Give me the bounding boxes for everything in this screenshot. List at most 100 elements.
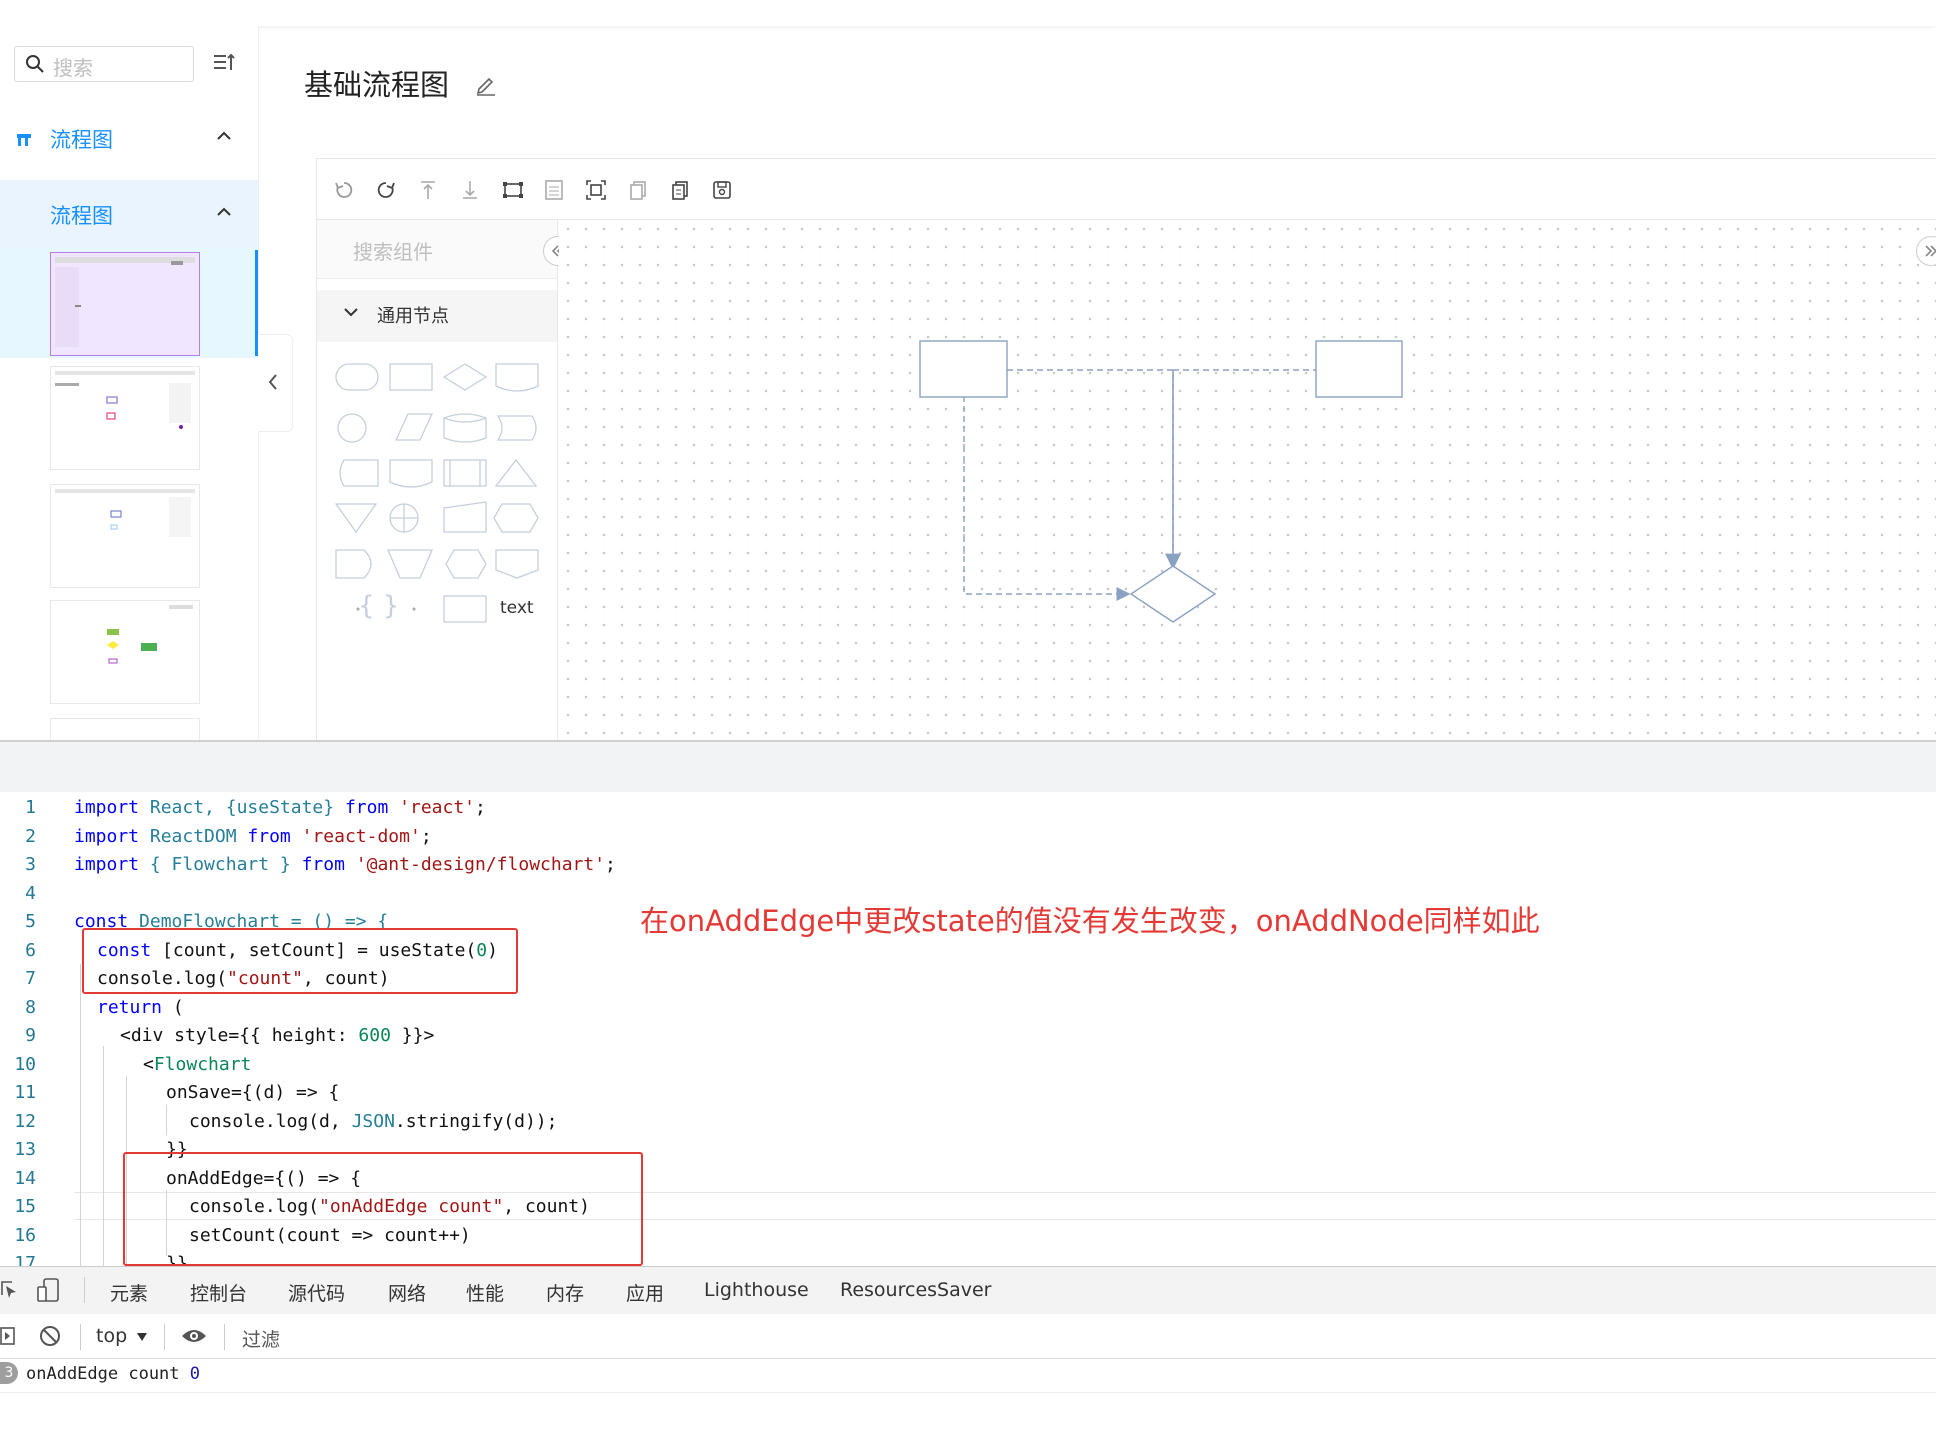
sidebar-collapse-button[interactable] [258, 334, 293, 432]
devtools-tab-bar: 元素 控制台 源代码 网络 性能 内存 应用 Lighthouse Resour… [0, 1266, 1936, 1317]
shape-diamond [442, 363, 488, 391]
paste-icon[interactable] [669, 179, 691, 201]
line-number: 14 [14, 1168, 36, 1189]
search-icon [26, 55, 44, 73]
copy-icon[interactable] [627, 179, 649, 201]
indent-guide [166, 1105, 167, 1135]
menu-flowchart[interactable]: 流程图 [0, 108, 258, 168]
devtools-tab-console[interactable]: 控制台 [190, 1279, 248, 1317]
line-number: 5 [25, 911, 36, 932]
indent-guide [80, 964, 81, 1266]
undo-icon[interactable] [333, 179, 355, 201]
code-line-3: import { Flowchart } from '@ant-design/f… [74, 854, 616, 875]
sort-icon[interactable] [212, 52, 236, 74]
flowchart-menu-icon [17, 134, 31, 146]
line-number: 15 [14, 1196, 36, 1217]
thumbnail-preview [55, 257, 195, 347]
demo-thumbnail-2[interactable] [50, 366, 200, 470]
clear-console-icon[interactable] [38, 1324, 62, 1348]
node-rect-left [919, 340, 1008, 398]
flowchart-diagram [919, 340, 1403, 623]
line-number: 16 [14, 1225, 36, 1246]
shape-rect [389, 363, 433, 391]
code-line-8: return ( [97, 997, 184, 1018]
demo-thumbnail-5[interactable] [50, 718, 200, 741]
shape-display [445, 549, 487, 579]
shape-circle [337, 413, 367, 443]
context-selector[interactable]: top [96, 1325, 127, 1347]
submenu-flowchart-label: 流程图 [50, 204, 113, 228]
devtools-tab-sources[interactable]: 源代码 [288, 1279, 345, 1306]
annotation-text: 在onAddEdge中更改state的值没有发生改变，onAddNode同样如此 [640, 904, 1540, 938]
component-search-placeholder: 搜索组件 [353, 240, 433, 264]
submenu-flowchart[interactable]: 流程图 [0, 180, 258, 248]
node-shape-palette[interactable]: { } [330, 356, 550, 636]
devtools-tab-elements[interactable]: 元素 [110, 1279, 148, 1306]
devtools-tab-lighthouse[interactable]: Lighthouse [704, 1279, 809, 1301]
shape-document [495, 363, 539, 392]
page-title: 基础流程图 [304, 68, 450, 102]
code-line-10: <Flowchart [143, 1054, 252, 1075]
flowchart-toolbar [317, 159, 1936, 220]
line-number: 3 [25, 854, 36, 875]
node-group-header[interactable]: 通用节点 [317, 290, 557, 342]
device-toolbar-icon[interactable] [36, 1277, 62, 1303]
devtools-tab-resourcessaver[interactable]: ResourcesSaver [840, 1279, 991, 1301]
code-line-9: <div style={{ height: 600 }}> [120, 1025, 435, 1046]
shape-stored-data [496, 415, 537, 441]
chevron-down-icon [344, 308, 358, 317]
shape-parallelogram [394, 413, 434, 441]
top-header-bar [0, 0, 1936, 26]
devtools-split-divider[interactable] [0, 740, 1936, 794]
console-toolbar: top 过滤 [0, 1314, 1936, 1359]
toolbar-separator [80, 1324, 81, 1350]
thumbnail-preview [55, 371, 195, 429]
shape-braces[interactable]: { } [358, 591, 399, 621]
bring-to-front-icon[interactable] [417, 179, 439, 201]
shape-tape [389, 459, 433, 488]
code-line-12: console.log(d, JSON.stringify(d)); [189, 1111, 558, 1132]
send-to-back-icon[interactable] [459, 179, 481, 201]
node-group-label: 通用节点 [377, 306, 449, 327]
toolbar-separator [224, 1324, 225, 1350]
thumbnail-preview [55, 489, 195, 537]
ungroup-icon[interactable] [543, 179, 565, 201]
demo-thumbnail-1[interactable] [50, 252, 200, 356]
toolbar-separator [84, 1277, 85, 1303]
line-number: 13 [14, 1139, 36, 1160]
console-filter-input[interactable]: 过滤 [242, 1325, 280, 1352]
thumbnail-preview [107, 605, 193, 664]
shape-text-label[interactable]: text [500, 598, 534, 618]
shape-manual-operation [339, 459, 379, 487]
demo-thumbnail-3[interactable] [50, 484, 200, 588]
shape-rounded-rect [335, 363, 379, 391]
shape-offpage [495, 549, 539, 579]
inspect-element-icon[interactable] [0, 1279, 18, 1301]
flowchart-canvas[interactable] [559, 220, 1936, 740]
node-rect-right [1315, 340, 1403, 398]
chevron-up-icon [217, 207, 231, 216]
chevron-up-icon [217, 131, 231, 140]
edit-icon[interactable] [474, 72, 498, 96]
demo-thumbnail-4[interactable] [50, 600, 200, 704]
code-line-2: import ReactDOM from 'react-dom'; [74, 826, 432, 847]
sidebar-search-input[interactable]: 搜索 [14, 46, 194, 82]
shape-cylinder [443, 413, 487, 443]
redo-icon[interactable] [375, 179, 397, 201]
component-search-input[interactable]: 搜索组件 [317, 220, 557, 279]
devtools-tab-application[interactable]: 应用 [626, 1279, 664, 1306]
line-number: 9 [25, 1025, 36, 1046]
select-all-icon[interactable] [585, 179, 607, 201]
console-row-divider [0, 1392, 1936, 1393]
shape-triangle [494, 458, 538, 487]
sidebar-toggle-icon[interactable] [0, 1326, 16, 1346]
live-expression-eye-icon[interactable] [180, 1326, 208, 1346]
group-icon[interactable] [501, 179, 525, 201]
shape-text-box [443, 595, 487, 623]
devtools-tab-network[interactable]: 网络 [388, 1279, 426, 1306]
save-icon[interactable] [711, 179, 733, 201]
devtools-tab-memory[interactable]: 内存 [546, 1279, 584, 1306]
shape-merge [334, 503, 378, 534]
annotation-box-state [82, 928, 518, 994]
devtools-tab-performance[interactable]: 性能 [466, 1279, 504, 1306]
